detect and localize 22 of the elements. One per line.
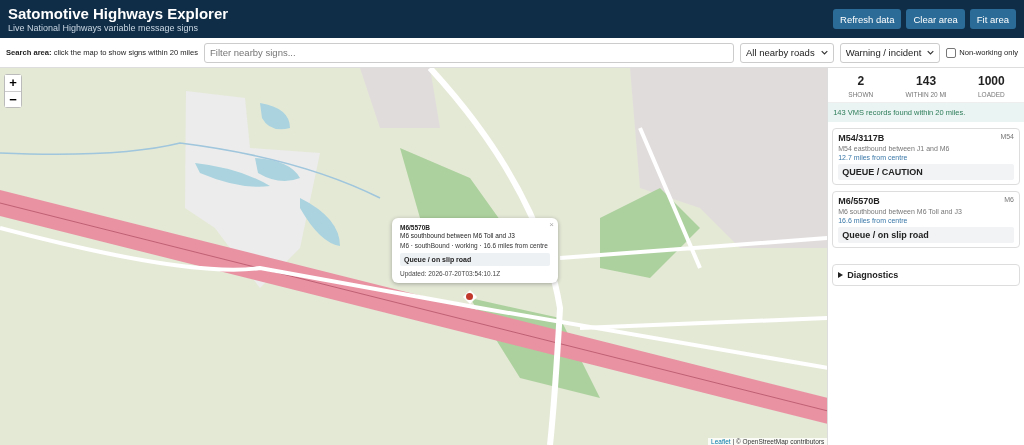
app-subtitle: Live National Highways variable message signs: [8, 22, 200, 34]
header-button[interactable]: Clear area: [906, 9, 965, 29]
caret-icon: [927, 50, 935, 55]
diagnostics-toggle[interactable]: Diagnostics: [832, 264, 1020, 286]
header-button[interactable]: Refresh data: [833, 9, 902, 29]
map-drawing[interactable]: [0, 68, 828, 445]
sign-message: Queue / on slip road: [838, 227, 1014, 243]
header-button[interactable]: Fit area: [969, 9, 1016, 29]
stat-value: 143: [915, 74, 938, 88]
sign-id: M6/5570B: [838, 196, 880, 206]
marker-icon[interactable]: [466, 293, 473, 300]
zoom-out-button[interactable]: −: [5, 91, 21, 107]
sign-message: QUEUE / CAUTION: [838, 164, 1014, 180]
filter-dropdown[interactable]: Warning / incident: [839, 42, 941, 63]
search-field[interactable]: Filter nearby signs...: [204, 42, 734, 63]
caret-icon: [820, 50, 828, 55]
app-title: Satomotive Highways Explorer: [8, 4, 229, 22]
checkbox[interactable]: [946, 47, 957, 58]
sign-id: M54/3117B: [838, 133, 885, 143]
filter-dropdown[interactable]: All nearby roads: [740, 42, 834, 63]
stat-value: 2: [856, 74, 866, 88]
stat-value: 1000: [977, 74, 1006, 88]
